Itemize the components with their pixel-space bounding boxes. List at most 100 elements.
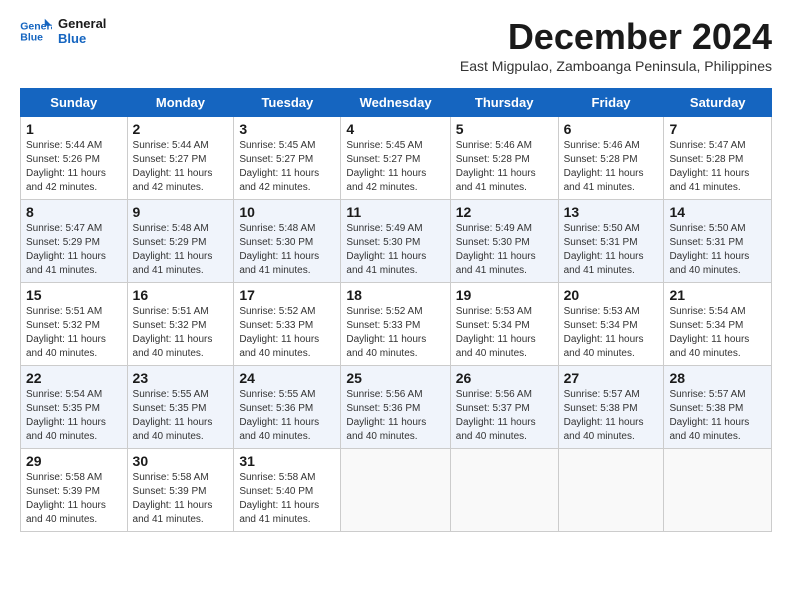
calendar-cell: 27 Sunrise: 5:57 AMSunset: 5:38 PMDayligh… <box>558 366 664 449</box>
logo-text-general: General <box>58 16 106 31</box>
calendar-cell: 17Sunrise: 5:52 AMSunset: 5:33 PMDayligh… <box>234 283 341 366</box>
day-number: 28 <box>669 370 766 386</box>
calendar-cell: 26Sunrise: 5:56 AMSunset: 5:37 PMDayligh… <box>450 366 558 449</box>
calendar-cell: 8 Sunrise: 5:47 AMSunset: 5:29 PMDaylight… <box>21 200 128 283</box>
calendar-cell: 18Sunrise: 5:52 AMSunset: 5:33 PMDayligh… <box>341 283 450 366</box>
month-title: December 2024 <box>460 16 772 58</box>
calendar-cell: 20 Sunrise: 5:53 AMSunset: 5:34 PMDayligh… <box>558 283 664 366</box>
calendar-cell: 25 Sunrise: 5:56 AMSunset: 5:36 PMDayligh… <box>341 366 450 449</box>
calendar-cell: 3Sunrise: 5:45 AMSunset: 5:27 PMDaylight… <box>234 117 341 200</box>
day-info: Sunrise: 5:57 AMSunset: 5:38 PMDaylight:… <box>564 388 659 444</box>
day-info: Sunrise: 5:54 AMSunset: 5:35 PMDaylight:… <box>26 388 122 444</box>
header-day-friday: Friday <box>558 89 664 117</box>
calendar-cell: 13 Sunrise: 5:50 AMSunset: 5:31 PMDayligh… <box>558 200 664 283</box>
day-info: Sunrise: 5:49 AMSunset: 5:30 PMDaylight:… <box>456 222 553 278</box>
calendar-header: SundayMondayTuesdayWednesdayThursdayFrid… <box>21 89 772 117</box>
day-info: Sunrise: 5:53 AMSunset: 5:34 PMDaylight:… <box>456 305 553 361</box>
day-number: 8 <box>26 204 122 220</box>
location-subtitle: East Migpulao, Zamboanga Peninsula, Phil… <box>460 58 772 74</box>
calendar-cell: 7Sunrise: 5:47 AMSunset: 5:28 PMDaylight… <box>664 117 772 200</box>
calendar-cell: 31Sunrise: 5:58 AMSunset: 5:40 PMDayligh… <box>234 449 341 532</box>
header-row: SundayMondayTuesdayWednesdayThursdayFrid… <box>21 89 772 117</box>
day-info: Sunrise: 5:47 AMSunset: 5:29 PMDaylight:… <box>26 222 122 278</box>
day-info: Sunrise: 5:51 AMSunset: 5:32 PMDaylight:… <box>133 305 229 361</box>
calendar-cell: 5 Sunrise: 5:46 AMSunset: 5:28 PMDaylight… <box>450 117 558 200</box>
day-number: 11 <box>346 204 444 220</box>
day-number: 30 <box>133 453 229 469</box>
day-info: Sunrise: 5:51 AMSunset: 5:32 PMDaylight:… <box>26 305 122 361</box>
day-info: Sunrise: 5:58 AMSunset: 5:40 PMDaylight:… <box>239 471 335 527</box>
calendar-cell: 24Sunrise: 5:55 AMSunset: 5:36 PMDayligh… <box>234 366 341 449</box>
page-header: General Blue General Blue December 2024 … <box>20 16 772 84</box>
calendar-cell: 10 Sunrise: 5:48 AMSunset: 5:30 PMDayligh… <box>234 200 341 283</box>
day-info: Sunrise: 5:55 AMSunset: 5:35 PMDaylight:… <box>133 388 229 444</box>
logo: General Blue General Blue <box>20 16 106 46</box>
day-number: 15 <box>26 287 122 303</box>
calendar-cell <box>558 449 664 532</box>
header-day-sunday: Sunday <box>21 89 128 117</box>
calendar-cell: 12 Sunrise: 5:49 AMSunset: 5:30 PMDayligh… <box>450 200 558 283</box>
day-info: Sunrise: 5:53 AMSunset: 5:34 PMDaylight:… <box>564 305 659 361</box>
calendar-cell: 21 Sunrise: 5:54 AMSunset: 5:34 PMDayligh… <box>664 283 772 366</box>
day-info: Sunrise: 5:58 AMSunset: 5:39 PMDaylight:… <box>133 471 229 527</box>
day-number: 29 <box>26 453 122 469</box>
day-number: 9 <box>133 204 229 220</box>
day-number: 6 <box>564 121 659 137</box>
logo-text-blue: Blue <box>58 31 106 46</box>
calendar-cell <box>341 449 450 532</box>
header-day-saturday: Saturday <box>664 89 772 117</box>
day-number: 13 <box>564 204 659 220</box>
day-number: 26 <box>456 370 553 386</box>
calendar-cell: 15 Sunrise: 5:51 AMSunset: 5:32 PMDayligh… <box>21 283 128 366</box>
day-number: 25 <box>346 370 444 386</box>
day-info: Sunrise: 5:50 AMSunset: 5:31 PMDaylight:… <box>669 222 766 278</box>
calendar-body: 1Sunrise: 5:44 AMSunset: 5:26 PMDaylight… <box>21 117 772 532</box>
day-info: Sunrise: 5:48 AMSunset: 5:30 PMDaylight:… <box>239 222 335 278</box>
week-row-2: 8 Sunrise: 5:47 AMSunset: 5:29 PMDaylight… <box>21 200 772 283</box>
week-row-3: 15 Sunrise: 5:51 AMSunset: 5:32 PMDayligh… <box>21 283 772 366</box>
calendar-cell: 14 Sunrise: 5:50 AMSunset: 5:31 PMDayligh… <box>664 200 772 283</box>
day-number: 22 <box>26 370 122 386</box>
calendar-cell: 4 Sunrise: 5:45 AMSunset: 5:27 PMDaylight… <box>341 117 450 200</box>
calendar-cell: 28 Sunrise: 5:57 AMSunset: 5:38 PMDayligh… <box>664 366 772 449</box>
calendar-table: SundayMondayTuesdayWednesdayThursdayFrid… <box>20 88 772 532</box>
day-info: Sunrise: 5:46 AMSunset: 5:28 PMDaylight:… <box>564 139 659 195</box>
day-number: 12 <box>456 204 553 220</box>
day-info: Sunrise: 5:54 AMSunset: 5:34 PMDaylight:… <box>669 305 766 361</box>
day-number: 16 <box>133 287 229 303</box>
header-day-thursday: Thursday <box>450 89 558 117</box>
calendar-cell <box>450 449 558 532</box>
day-number: 5 <box>456 121 553 137</box>
day-info: Sunrise: 5:50 AMSunset: 5:31 PMDaylight:… <box>564 222 659 278</box>
day-number: 23 <box>133 370 229 386</box>
day-info: Sunrise: 5:49 AMSunset: 5:30 PMDaylight:… <box>346 222 444 278</box>
day-number: 3 <box>239 121 335 137</box>
week-row-4: 22 Sunrise: 5:54 AMSunset: 5:35 PMDayligh… <box>21 366 772 449</box>
calendar-cell: 2 Sunrise: 5:44 AMSunset: 5:27 PMDaylight… <box>127 117 234 200</box>
calendar-cell: 11 Sunrise: 5:49 AMSunset: 5:30 PMDayligh… <box>341 200 450 283</box>
day-info: Sunrise: 5:56 AMSunset: 5:36 PMDaylight:… <box>346 388 444 444</box>
day-number: 2 <box>133 121 229 137</box>
day-number: 20 <box>564 287 659 303</box>
day-info: Sunrise: 5:44 AMSunset: 5:27 PMDaylight:… <box>133 139 229 195</box>
header-day-tuesday: Tuesday <box>234 89 341 117</box>
calendar-cell: 30 Sunrise: 5:58 AMSunset: 5:39 PMDayligh… <box>127 449 234 532</box>
day-number: 4 <box>346 121 444 137</box>
week-row-1: 1Sunrise: 5:44 AMSunset: 5:26 PMDaylight… <box>21 117 772 200</box>
day-info: Sunrise: 5:45 AMSunset: 5:27 PMDaylight:… <box>346 139 444 195</box>
day-number: 10 <box>239 204 335 220</box>
day-info: Sunrise: 5:52 AMSunset: 5:33 PMDaylight:… <box>346 305 444 361</box>
day-number: 27 <box>564 370 659 386</box>
day-number: 21 <box>669 287 766 303</box>
calendar-cell: 6 Sunrise: 5:46 AMSunset: 5:28 PMDaylight… <box>558 117 664 200</box>
calendar-cell: 29Sunrise: 5:58 AMSunset: 5:39 PMDayligh… <box>21 449 128 532</box>
calendar-cell: 19Sunrise: 5:53 AMSunset: 5:34 PMDayligh… <box>450 283 558 366</box>
header-day-wednesday: Wednesday <box>341 89 450 117</box>
day-number: 17 <box>239 287 335 303</box>
day-info: Sunrise: 5:47 AMSunset: 5:28 PMDaylight:… <box>669 139 766 195</box>
calendar-cell: 23 Sunrise: 5:55 AMSunset: 5:35 PMDayligh… <box>127 366 234 449</box>
day-info: Sunrise: 5:46 AMSunset: 5:28 PMDaylight:… <box>456 139 553 195</box>
day-info: Sunrise: 5:57 AMSunset: 5:38 PMDaylight:… <box>669 388 766 444</box>
calendar-cell <box>664 449 772 532</box>
day-number: 14 <box>669 204 766 220</box>
